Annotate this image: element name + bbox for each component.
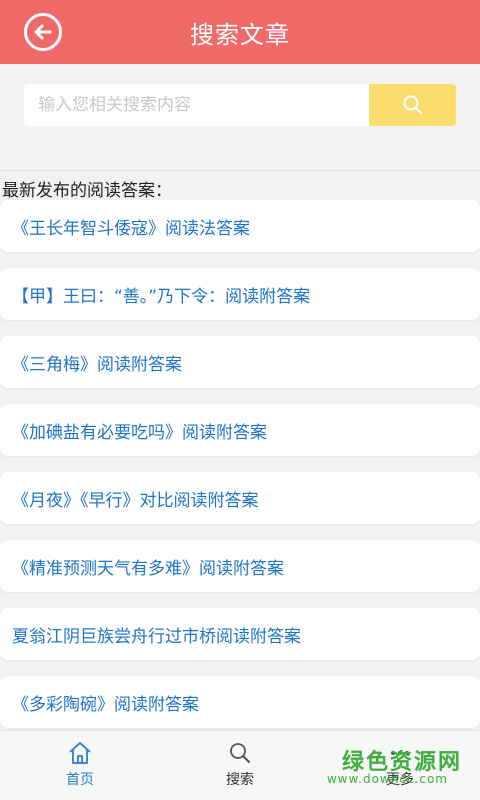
list-item[interactable]: 《加碘盐有必要吃吗》阅读附答案 xyxy=(0,404,480,456)
section-title: 最新发布的阅读答案： xyxy=(2,181,172,201)
list-item[interactable]: 【甲】王曰：“善。”乃下令：阅读附答案 xyxy=(0,268,480,320)
divider xyxy=(0,170,480,171)
search-button[interactable] xyxy=(369,84,456,126)
article-title: 《三角梅》阅读附答案 xyxy=(12,354,182,375)
page-title: 搜索文章 xyxy=(190,20,290,49)
tab-home-label: 首页 xyxy=(66,772,94,788)
list-item[interactable]: 《王长年智斗倭寇》阅读法答案 xyxy=(0,200,480,252)
list-item[interactable]: 《多彩陶碗》阅读附答案 xyxy=(0,676,480,728)
article-title: 夏翁江阴巨族尝舟行过市桥阅读附答案 xyxy=(12,626,301,647)
article-title: 《王长年智斗倭寇》阅读法答案 xyxy=(12,218,250,239)
article-title: 【甲】王曰：“善。”乃下令：阅读附答案 xyxy=(12,286,311,307)
back-button[interactable] xyxy=(24,13,62,51)
list-item[interactable]: 《精准预测天气有多难》阅读附答案 xyxy=(0,540,480,592)
article-title: 《多彩陶碗》阅读附答案 xyxy=(12,694,199,715)
watermark: 绿色资源网 www.downcc.com xyxy=(312,744,462,794)
search-icon xyxy=(230,743,250,763)
search-area xyxy=(0,64,480,170)
list-item[interactable]: 《三角梅》阅读附答案 xyxy=(0,336,480,388)
app-header: 搜索文章 xyxy=(0,0,480,64)
search-icon xyxy=(402,95,422,115)
article-title: 《精准预测天气有多难》阅读附答案 xyxy=(12,558,284,579)
search-input[interactable] xyxy=(24,84,370,126)
back-arrow-circle-icon xyxy=(34,24,52,40)
article-title: 《加碘盐有必要吃吗》阅读附答案 xyxy=(12,422,267,443)
watermark-url: www.downcc.com xyxy=(326,772,448,786)
tab-search-label: 搜索 xyxy=(226,772,254,788)
tab-home[interactable]: 首页 xyxy=(0,731,160,800)
home-icon xyxy=(69,742,91,764)
list-item[interactable]: 夏翁江阴巨族尝舟行过市桥阅读附答案 xyxy=(0,608,480,660)
tab-search[interactable]: 搜索 xyxy=(160,731,320,800)
list-item[interactable]: 《月夜》《早行》对比阅读附答案 xyxy=(0,472,480,524)
article-title: 《月夜》《早行》对比阅读附答案 xyxy=(12,490,259,511)
